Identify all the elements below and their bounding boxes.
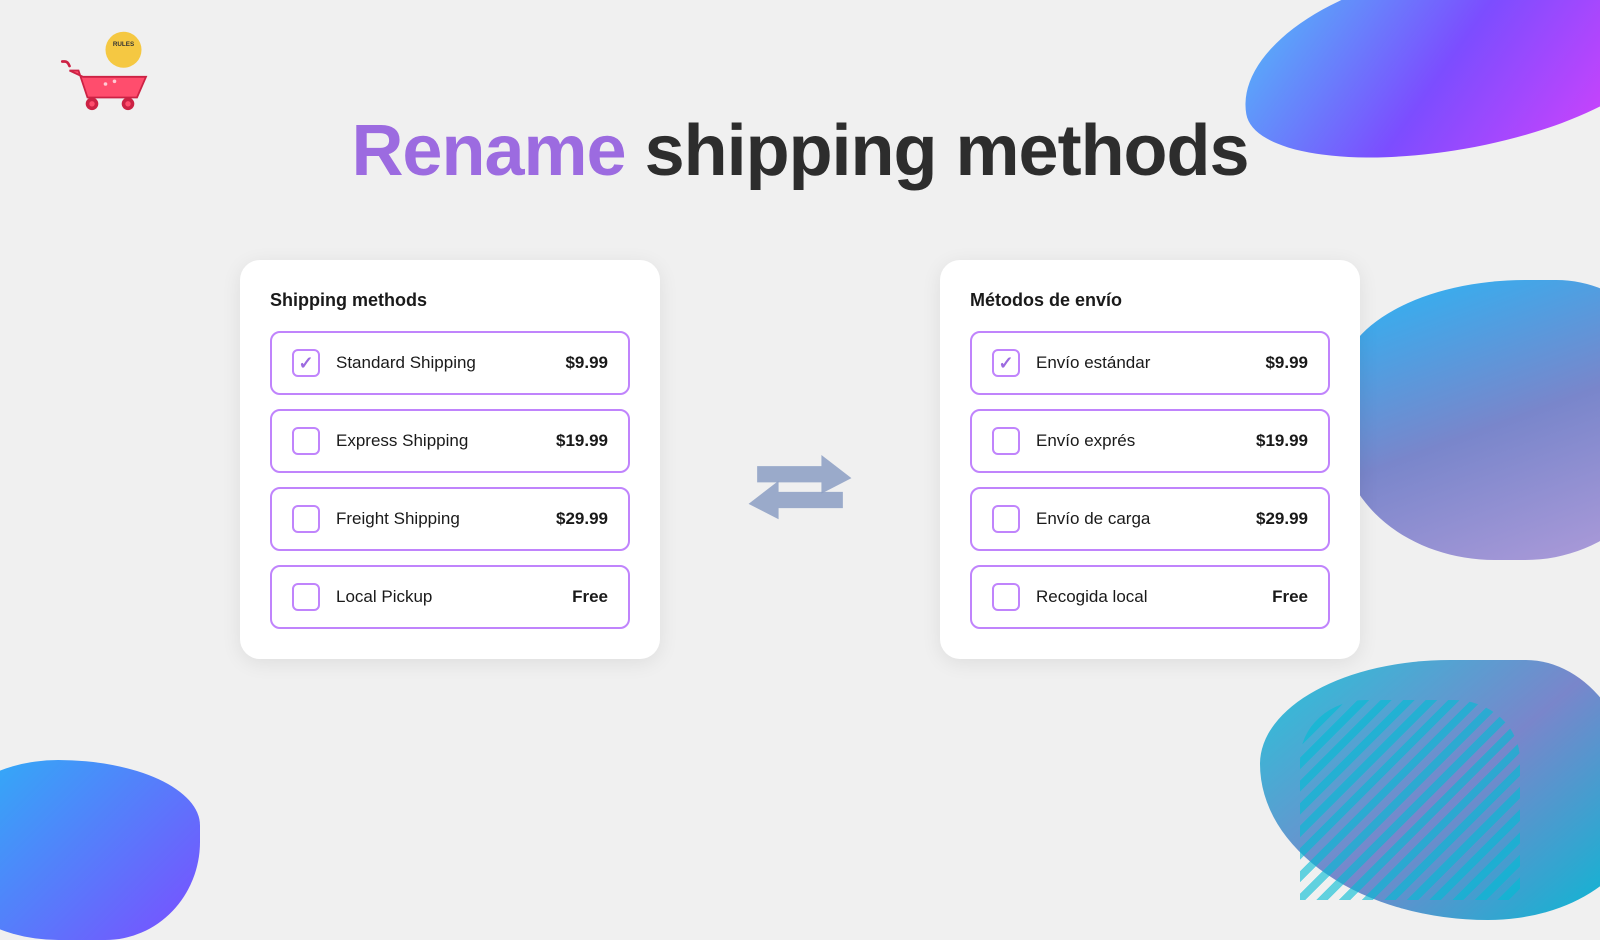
right-option-1-price: $9.99 xyxy=(1265,353,1308,373)
svg-text:RULES: RULES xyxy=(113,41,134,48)
left-option-1-price: $9.99 xyxy=(565,353,608,373)
left-option-3-name: Freight Shipping xyxy=(336,509,540,529)
left-option-1-name: Standard Shipping xyxy=(336,353,549,373)
right-checkbox-4[interactable] xyxy=(992,583,1020,611)
checkbox-4[interactable] xyxy=(292,583,320,611)
left-option-4[interactable]: Local Pickup Free xyxy=(270,565,630,629)
left-card-heading: Shipping methods xyxy=(270,290,630,311)
right-option-3[interactable]: Envío de carga $29.99 xyxy=(970,487,1330,551)
left-option-2-price: $19.99 xyxy=(556,431,608,451)
left-option-1[interactable]: Standard Shipping $9.99 xyxy=(270,331,630,395)
left-option-4-name: Local Pickup xyxy=(336,587,556,607)
right-checkbox-1-checked[interactable] xyxy=(992,349,1020,377)
left-option-2[interactable]: Express Shipping $19.99 xyxy=(270,409,630,473)
right-option-3-name: Envío de carga xyxy=(1036,509,1240,529)
left-shipping-card: Shipping methods Standard Shipping $9.99… xyxy=(240,260,660,659)
blob-stripes xyxy=(1300,700,1520,900)
right-checkbox-2[interactable] xyxy=(992,427,1020,455)
right-card-heading: Métodos de envío xyxy=(970,290,1330,311)
title-rest: shipping methods xyxy=(626,111,1249,191)
right-checkbox-3[interactable] xyxy=(992,505,1020,533)
right-option-1[interactable]: Envío estándar $9.99 xyxy=(970,331,1330,395)
page-title: Rename shipping methods xyxy=(0,110,1600,192)
right-option-4-price: Free xyxy=(1272,587,1308,607)
cards-container: Shipping methods Standard Shipping $9.99… xyxy=(0,260,1600,659)
checkbox-3[interactable] xyxy=(292,505,320,533)
right-option-3-price: $29.99 xyxy=(1256,509,1308,529)
right-option-2-name: Envío exprés xyxy=(1036,431,1240,451)
double-arrow-icon xyxy=(740,440,860,530)
right-option-2-price: $19.99 xyxy=(1256,431,1308,451)
right-option-4[interactable]: Recogida local Free xyxy=(970,565,1330,629)
logo: RULES xyxy=(60,30,160,120)
left-option-3[interactable]: Freight Shipping $29.99 xyxy=(270,487,630,551)
left-option-4-price: Free xyxy=(572,587,608,607)
title-rename: Rename xyxy=(351,111,625,191)
right-option-2[interactable]: Envío exprés $19.99 xyxy=(970,409,1330,473)
left-option-2-name: Express Shipping xyxy=(336,431,540,451)
left-option-3-price: $29.99 xyxy=(556,509,608,529)
blob-bottom-left xyxy=(0,760,200,940)
right-shipping-card: Métodos de envío Envío estándar $9.99 En… xyxy=(940,260,1360,659)
right-option-1-name: Envío estándar xyxy=(1036,353,1249,373)
checkbox-2[interactable] xyxy=(292,427,320,455)
arrow-container xyxy=(740,260,860,530)
checkbox-1-checked[interactable] xyxy=(292,349,320,377)
right-option-4-name: Recogida local xyxy=(1036,587,1256,607)
